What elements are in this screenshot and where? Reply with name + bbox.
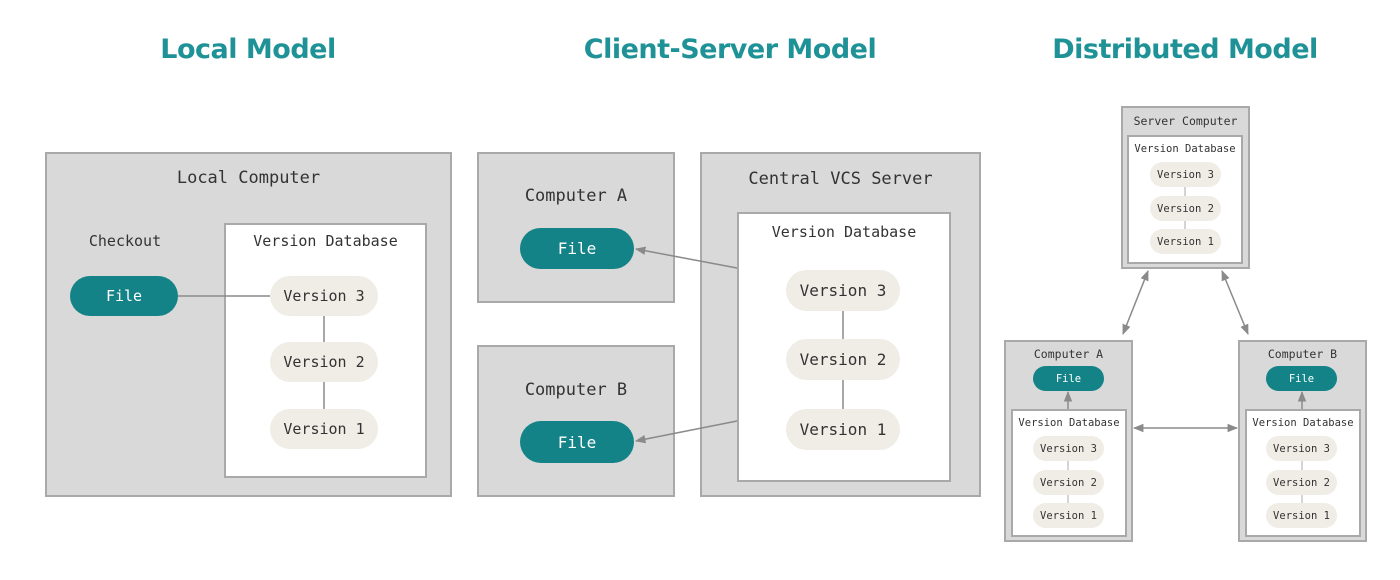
cs-computer-b-label: Computer B <box>524 380 628 400</box>
dist-server-label: Server Computer <box>1133 114 1238 128</box>
cs-version-2[interactable]: Version 2 <box>786 339 900 380</box>
dist-computer-b-version-2[interactable]: Version 2 <box>1266 470 1337 495</box>
dist-server-computer-b-arrow <box>1221 270 1249 335</box>
dist-computer-a-file[interactable]: File <box>1033 366 1104 391</box>
dist-computer-b-file[interactable]: File <box>1266 366 1337 391</box>
local-model-title: Local Model <box>160 34 336 65</box>
local-database-label: Version Database <box>253 232 398 250</box>
dist-server-version-1[interactable]: Version 1 <box>1150 229 1221 254</box>
dist-server-computer-a-arrow <box>1122 270 1149 335</box>
dist-server-version-2[interactable]: Version 2 <box>1150 196 1221 221</box>
client-server-model-title: Client-Server Model <box>583 34 877 65</box>
cs-computer-a-file[interactable]: File <box>520 228 634 269</box>
local-computer-label: Local Computer <box>176 168 321 188</box>
dist-computer-a-label: Computer A <box>1033 347 1104 361</box>
local-file[interactable]: File <box>70 276 178 316</box>
cs-computer-a-label: Computer A <box>524 186 628 206</box>
cs-database-label: Version Database <box>771 223 917 241</box>
checkout-label: Checkout <box>88 232 162 250</box>
dist-computer-b-version-1[interactable]: Version 1 <box>1266 503 1337 528</box>
cs-version-3[interactable]: Version 3 <box>786 270 900 311</box>
local-version-2[interactable]: Version 2 <box>270 342 378 382</box>
dist-computer-a-version-3[interactable]: Version 3 <box>1033 436 1104 461</box>
dist-computer-a-database-label: Version Database <box>1018 417 1120 429</box>
dist-computer-a-version-2[interactable]: Version 2 <box>1033 470 1104 495</box>
cs-computer-b-file[interactable]: File <box>520 421 634 463</box>
central-vcs-server-label: Central VCS Server <box>748 169 933 189</box>
local-version-1[interactable]: Version 1 <box>270 409 378 449</box>
dist-computer-a-version-1[interactable]: Version 1 <box>1033 503 1104 528</box>
local-version-3[interactable]: Version 3 <box>270 276 378 316</box>
dist-computer-b-version-3[interactable]: Version 3 <box>1266 436 1337 461</box>
distributed-model-title: Distributed Model <box>1052 34 1318 65</box>
dist-computer-b-database-label: Version Database <box>1252 417 1354 429</box>
dist-server-version-3[interactable]: Version 3 <box>1150 162 1221 187</box>
dist-server-database-label: Version Database <box>1134 143 1236 155</box>
dist-computer-b-label: Computer B <box>1267 347 1338 361</box>
cs-version-1[interactable]: Version 1 <box>786 409 900 450</box>
